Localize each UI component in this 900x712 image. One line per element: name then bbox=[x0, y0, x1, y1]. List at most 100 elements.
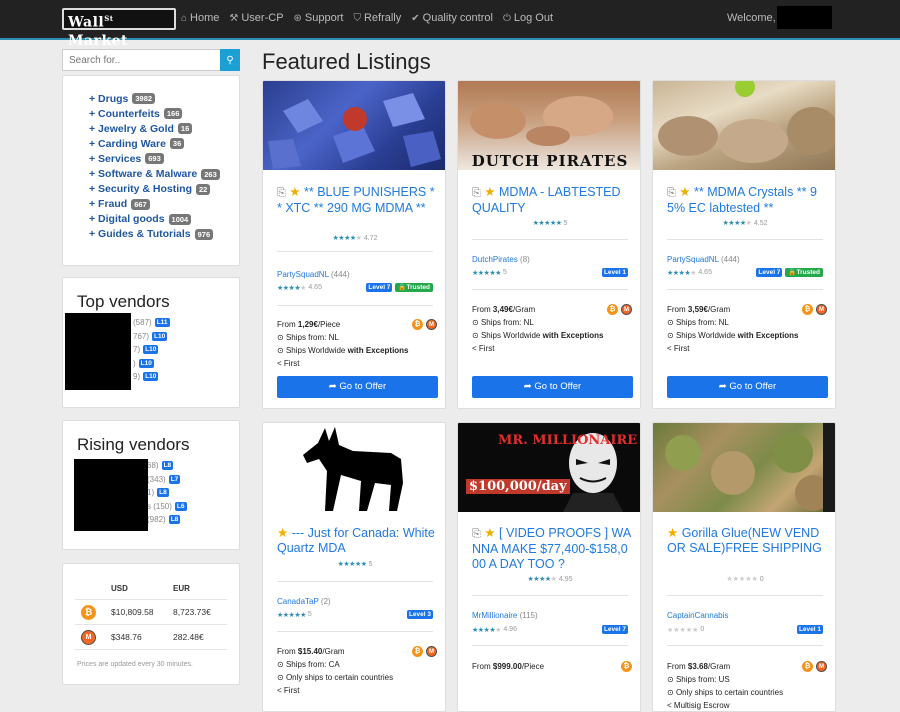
category-count: 263 bbox=[201, 168, 220, 180]
cannabis-picture bbox=[665, 423, 835, 512]
category-count: 1004 bbox=[168, 213, 192, 225]
go-to-offer-button[interactable]: ➦ Go to Offer bbox=[667, 376, 828, 398]
empty-star-icon: ★ bbox=[550, 576, 557, 583]
listing-image[interactable]: DUTCH PIRATES bbox=[458, 81, 640, 170]
nav-refrally-label: Refrally bbox=[363, 12, 402, 24]
category-label: + Security & Hosting bbox=[89, 183, 192, 196]
vendor-row[interactable]: (587) L11 bbox=[119, 316, 239, 330]
empty-star-icon: ★★★★★ bbox=[667, 626, 699, 634]
bitcoin-icon: ₿ bbox=[81, 604, 96, 620]
vendor-row[interactable]: (982) L8 bbox=[133, 513, 239, 527]
nav-logout[interactable]: ⏻ Log Out bbox=[503, 12, 553, 24]
trusted-label: Trusted bbox=[406, 284, 430, 291]
listing-image[interactable] bbox=[653, 423, 835, 512]
image-caption: DUTCH PIRATES bbox=[471, 152, 629, 170]
category-guides-tutorials[interactable]: + Guides & Tutorials 976 bbox=[89, 227, 239, 242]
category-counterfeits[interactable]: + Counterfeits 166 bbox=[89, 106, 239, 121]
ships-from-value: NL bbox=[523, 318, 534, 327]
listing-title-text: [ VIDEO PROOFS ] WANNA MAKE $77,400-$158… bbox=[472, 526, 632, 571]
vendor-level: Level 3 bbox=[406, 610, 433, 619]
monero-icon: M bbox=[816, 304, 827, 315]
vendor-link[interactable]: CanadaTaP (2) bbox=[277, 597, 331, 606]
exchange-rate-table: USD EUR ₿ $10,809.58 8,723.73€ M $348.76… bbox=[75, 578, 227, 650]
nav-refrally[interactable]: ⛉ Refrally bbox=[353, 12, 401, 24]
nav-logout-label: Log Out bbox=[513, 12, 554, 24]
search-bar: ⚲ bbox=[62, 49, 240, 71]
nav-home[interactable]: ⌂ Home bbox=[181, 12, 219, 24]
featured-star-icon: ★ bbox=[484, 185, 496, 199]
price-unit: /Piece bbox=[317, 320, 341, 329]
vendor-link[interactable]: DutchPirates (8) bbox=[472, 255, 530, 264]
brand-tail: Market bbox=[68, 32, 129, 49]
vendor-link[interactable]: PartySquadNL (444) bbox=[277, 270, 350, 279]
arrow-icon: ➦ bbox=[328, 381, 337, 392]
vendor-link[interactable]: PartySquadNL (444) bbox=[667, 255, 740, 264]
page-title: Featured Listings bbox=[262, 49, 431, 74]
featured-star-icon: ★ bbox=[679, 185, 691, 199]
listing-image[interactable] bbox=[653, 81, 835, 170]
go-to-offer-button[interactable]: ➦ Go to Offer bbox=[472, 376, 633, 398]
divider bbox=[667, 645, 823, 646]
btc-eur: 8,723.73€ bbox=[173, 607, 211, 617]
category-carding-ware[interactable]: + Carding Ware 36 bbox=[89, 136, 239, 151]
listing-title-text: ** BLUE PUNISHERS ** XTC ** 290 MG MDMA … bbox=[277, 185, 435, 215]
listing-image[interactable] bbox=[263, 423, 445, 512]
monero-icon: M bbox=[426, 646, 437, 657]
vendor-count: 767) bbox=[133, 331, 150, 341]
vendor-level: Level 1 bbox=[796, 625, 823, 634]
vendor-row[interactable]: s (150) L6 bbox=[133, 500, 239, 514]
vendor-link[interactable]: CaptainCannabis bbox=[667, 611, 728, 620]
listing-title[interactable]: ⎘ ★ MDMA - LABTESTED QUALITY bbox=[472, 185, 632, 216]
search-button[interactable]: ⚲ bbox=[220, 49, 240, 71]
listing-image[interactable]: MR. MILLIONAIRE $100,000/day bbox=[458, 423, 640, 512]
divider bbox=[667, 595, 823, 596]
listing-title[interactable]: ⎘ ★ ** MDMA Crystals ** 95% EC labtested… bbox=[667, 185, 827, 216]
category-panel: + Drugs 3982 + Counterfeits 166 + Jewelry … bbox=[62, 75, 240, 266]
share-icon: < bbox=[277, 359, 282, 368]
nav-user-cp[interactable]: ⚒ User-CP bbox=[229, 12, 283, 24]
paperclip-icon: ⎘ bbox=[472, 528, 481, 540]
welcome-text: Welcome, bbox=[727, 12, 776, 24]
vendor-row[interactable]: (343) L7 bbox=[133, 473, 239, 487]
go-to-offer-button[interactable]: ➦ Go to Offer bbox=[277, 376, 438, 398]
vendor-row[interactable]: ) L10 bbox=[119, 357, 239, 371]
badge-icon: ⛉ bbox=[353, 12, 361, 24]
vendor-level: Level 1 bbox=[601, 268, 628, 277]
trusted-badge: 🔒Trusted bbox=[395, 283, 433, 292]
pills-picture bbox=[268, 93, 441, 169]
category-software-malware[interactable]: + Software & Malware 263 bbox=[89, 166, 239, 181]
paperclip-icon: ⎘ bbox=[667, 187, 676, 199]
nav-quality-control[interactable]: ✔ Quality control bbox=[411, 12, 493, 24]
listing-image[interactable] bbox=[263, 81, 445, 170]
category-digital-goods[interactable]: + Digital goods 1004 bbox=[89, 212, 239, 227]
listing-title[interactable]: ⎘ ★ [ VIDEO PROOFS ] WANNA MAKE $77,400-… bbox=[472, 526, 632, 572]
listing-title[interactable]: ★ Gorilla Glue(NEW VENDOR SALE)FREE SHIP… bbox=[667, 526, 827, 556]
category-services[interactable]: + Services 693 bbox=[89, 151, 239, 166]
category-drugs[interactable]: + Drugs 3982 bbox=[89, 91, 239, 106]
listing-title[interactable]: ⎘ ★ ** BLUE PUNISHERS ** XTC ** 290 MG M… bbox=[277, 185, 437, 216]
vendor-row[interactable]: 68) L8 bbox=[133, 459, 239, 473]
search-input[interactable] bbox=[62, 49, 220, 71]
category-security-hosting[interactable]: + Security & Hosting 22 bbox=[89, 182, 239, 197]
category-fraud[interactable]: + Fraud 667 bbox=[89, 197, 239, 212]
star-rating-icon: ★★★★ bbox=[472, 626, 496, 634]
globe-icon: ⊙ bbox=[277, 346, 284, 355]
ships-to: ⊙ Ships Worldwide with Exceptions bbox=[667, 331, 827, 340]
vendor-row[interactable]: 7) L10 bbox=[119, 343, 239, 357]
category-count: 693 bbox=[145, 153, 164, 165]
vendor-row[interactable]: 767) L10 bbox=[119, 330, 239, 344]
lifebuoy-icon: ⊛ bbox=[293, 12, 302, 24]
vendor-link[interactable]: MrMillionaire (115) bbox=[472, 611, 538, 620]
vendor-rating: ★★★★ ★ 4.65 Level 7 🔒Trusted bbox=[667, 268, 823, 277]
top-vendors-panel: Top vendors (587) L11 767) L10 7) L10 ) L10 … bbox=[62, 277, 240, 408]
listing-title[interactable]: ★ --- Just for Canada: White Quartz MDA bbox=[277, 526, 437, 556]
brand-logo[interactable]: WallSt Market bbox=[62, 8, 176, 49]
from-label: From bbox=[277, 320, 296, 329]
nav-support[interactable]: ⊛ Support bbox=[294, 12, 344, 24]
vendor-row[interactable]: 1) L8 bbox=[133, 486, 239, 500]
price-unit: /Gram bbox=[707, 662, 731, 671]
clock-icon: ⊙ bbox=[472, 318, 479, 327]
category-jewelry-gold[interactable]: + Jewelry & Gold 16 bbox=[89, 121, 239, 136]
trusted-badge: 🔒Trusted bbox=[785, 268, 823, 277]
vendor-row[interactable]: 9) L10 bbox=[119, 370, 239, 384]
